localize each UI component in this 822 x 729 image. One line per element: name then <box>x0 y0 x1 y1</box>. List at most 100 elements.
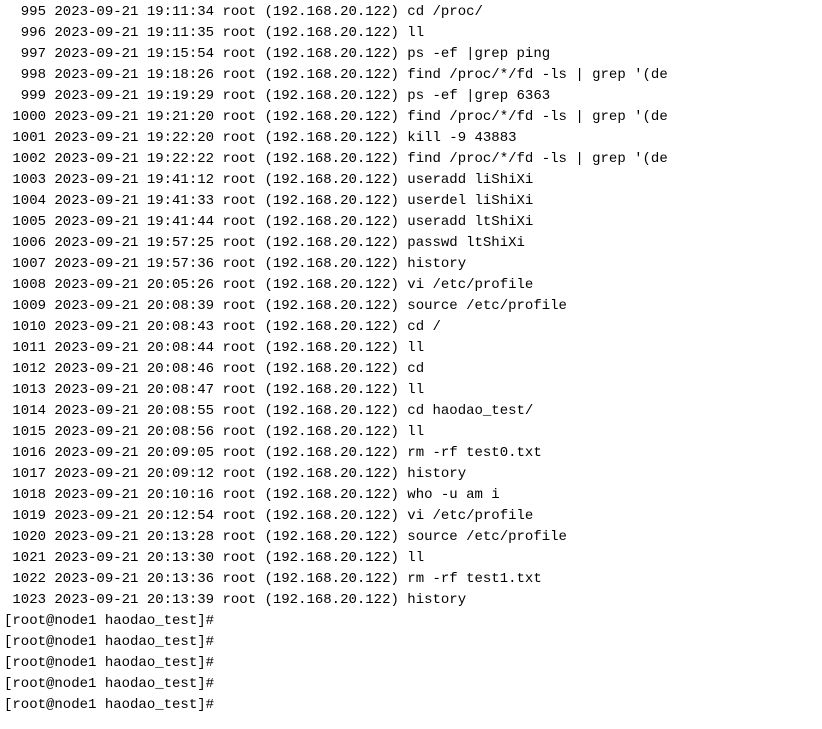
history-command: vi /etc/profile <box>407 508 533 524</box>
history-user: root <box>222 529 256 545</box>
history-line: 1015 2023-09-21 20:08:56 root (192.168.2… <box>4 422 818 443</box>
history-user: root <box>222 592 256 608</box>
history-command: ps -ef |grep 6363 <box>407 88 550 104</box>
history-user: root <box>222 151 256 167</box>
history-number: 1020 <box>4 527 46 548</box>
history-datetime: 2023-09-21 19:22:20 <box>54 130 214 146</box>
history-user: root <box>222 88 256 104</box>
history-datetime: 2023-09-21 19:57:36 <box>54 256 214 272</box>
history-ip: (192.168.20.122) <box>264 67 398 83</box>
history-datetime: 2023-09-21 19:41:33 <box>54 193 214 209</box>
history-command: ll <box>407 382 424 398</box>
history-line: 1002 2023-09-21 19:22:22 root (192.168.2… <box>4 149 818 170</box>
history-number: 1010 <box>4 317 46 338</box>
history-datetime: 2023-09-21 20:08:39 <box>54 298 214 314</box>
history-user: root <box>222 361 256 377</box>
history-user: root <box>222 445 256 461</box>
history-command: who -u am i <box>407 487 499 503</box>
history-command: ll <box>407 340 424 356</box>
history-command: vi /etc/profile <box>407 277 533 293</box>
history-number: 1002 <box>4 149 46 170</box>
history-user: root <box>222 193 256 209</box>
history-command: ps -ef |grep ping <box>407 46 550 62</box>
history-user: root <box>222 67 256 83</box>
history-number: 1017 <box>4 464 46 485</box>
history-number: 995 <box>4 2 46 23</box>
history-number: 1000 <box>4 107 46 128</box>
history-ip: (192.168.20.122) <box>264 361 398 377</box>
history-command: source /etc/profile <box>407 298 567 314</box>
shell-prompt[interactable]: [root@node1 haodao_test]# <box>4 611 818 632</box>
history-user: root <box>222 172 256 188</box>
history-datetime: 2023-09-21 20:09:05 <box>54 445 214 461</box>
history-number: 998 <box>4 65 46 86</box>
history-user: root <box>222 466 256 482</box>
history-line: 1018 2023-09-21 20:10:16 root (192.168.2… <box>4 485 818 506</box>
history-ip: (192.168.20.122) <box>264 298 398 314</box>
history-number: 1014 <box>4 401 46 422</box>
history-ip: (192.168.20.122) <box>264 424 398 440</box>
history-datetime: 2023-09-21 20:08:43 <box>54 319 214 335</box>
history-user: root <box>222 508 256 524</box>
history-line: 1019 2023-09-21 20:12:54 root (192.168.2… <box>4 506 818 527</box>
history-user: root <box>222 277 256 293</box>
history-ip: (192.168.20.122) <box>264 466 398 482</box>
history-number: 1021 <box>4 548 46 569</box>
history-ip: (192.168.20.122) <box>264 256 398 272</box>
history-number: 1016 <box>4 443 46 464</box>
history-ip: (192.168.20.122) <box>264 550 398 566</box>
history-ip: (192.168.20.122) <box>264 88 398 104</box>
history-line: 1010 2023-09-21 20:08:43 root (192.168.2… <box>4 317 818 338</box>
terminal-output[interactable]: 995 2023-09-21 19:11:34 root (192.168.20… <box>4 2 818 716</box>
history-command: cd /proc/ <box>407 4 483 20</box>
history-datetime: 2023-09-21 20:09:12 <box>54 466 214 482</box>
history-number: 1018 <box>4 485 46 506</box>
history-command: kill -9 43883 <box>407 130 516 146</box>
history-ip: (192.168.20.122) <box>264 319 398 335</box>
history-line: 1016 2023-09-21 20:09:05 root (192.168.2… <box>4 443 818 464</box>
history-datetime: 2023-09-21 20:13:39 <box>54 592 214 608</box>
history-user: root <box>222 424 256 440</box>
shell-prompt[interactable]: [root@node1 haodao_test]# <box>4 674 818 695</box>
history-line: 1023 2023-09-21 20:13:39 root (192.168.2… <box>4 590 818 611</box>
history-command: cd haodao_test/ <box>407 403 533 419</box>
history-user: root <box>222 319 256 335</box>
history-datetime: 2023-09-21 20:13:30 <box>54 550 214 566</box>
history-line: 996 2023-09-21 19:11:35 root (192.168.20… <box>4 23 818 44</box>
history-line: 999 2023-09-21 19:19:29 root (192.168.20… <box>4 86 818 107</box>
history-line: 998 2023-09-21 19:18:26 root (192.168.20… <box>4 65 818 86</box>
history-datetime: 2023-09-21 19:19:29 <box>54 88 214 104</box>
history-datetime: 2023-09-21 20:08:55 <box>54 403 214 419</box>
history-datetime: 2023-09-21 19:18:26 <box>54 67 214 83</box>
shell-prompt[interactable]: [root@node1 haodao_test]# <box>4 632 818 653</box>
shell-prompt[interactable]: [root@node1 haodao_test]# <box>4 653 818 674</box>
history-command: rm -rf test1.txt <box>407 571 541 587</box>
history-datetime: 2023-09-21 19:41:12 <box>54 172 214 188</box>
history-datetime: 2023-09-21 19:21:20 <box>54 109 214 125</box>
history-number: 1006 <box>4 233 46 254</box>
history-number: 1008 <box>4 275 46 296</box>
history-line: 1013 2023-09-21 20:08:47 root (192.168.2… <box>4 380 818 401</box>
history-ip: (192.168.20.122) <box>264 508 398 524</box>
history-ip: (192.168.20.122) <box>264 487 398 503</box>
history-ip: (192.168.20.122) <box>264 46 398 62</box>
history-command: ll <box>407 25 424 41</box>
shell-prompt[interactable]: [root@node1 haodao_test]# <box>4 695 818 716</box>
history-user: root <box>222 550 256 566</box>
history-number: 1011 <box>4 338 46 359</box>
history-ip: (192.168.20.122) <box>264 592 398 608</box>
history-datetime: 2023-09-21 19:11:35 <box>54 25 214 41</box>
history-datetime: 2023-09-21 20:08:56 <box>54 424 214 440</box>
history-line: 1017 2023-09-21 20:09:12 root (192.168.2… <box>4 464 818 485</box>
history-line: 1001 2023-09-21 19:22:20 root (192.168.2… <box>4 128 818 149</box>
history-line: 1011 2023-09-21 20:08:44 root (192.168.2… <box>4 338 818 359</box>
history-datetime: 2023-09-21 20:10:16 <box>54 487 214 503</box>
history-ip: (192.168.20.122) <box>264 130 398 146</box>
history-user: root <box>222 214 256 230</box>
history-number: 1001 <box>4 128 46 149</box>
history-ip: (192.168.20.122) <box>264 193 398 209</box>
history-datetime: 2023-09-21 20:12:54 <box>54 508 214 524</box>
history-line: 1003 2023-09-21 19:41:12 root (192.168.2… <box>4 170 818 191</box>
history-number: 1012 <box>4 359 46 380</box>
history-user: root <box>222 46 256 62</box>
